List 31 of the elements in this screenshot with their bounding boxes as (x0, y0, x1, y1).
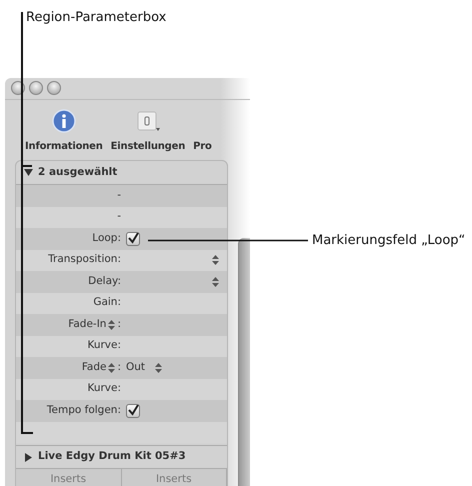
field-label: Gain: (93, 295, 121, 310)
stepper-icon[interactable] (212, 255, 219, 266)
checkbox[interactable] (126, 232, 140, 246)
field-label: Transposition: (48, 252, 121, 268)
toolbar-button[interactable]: Einstellungen (110, 109, 186, 154)
popup-menu[interactable]: Out (126, 360, 162, 376)
stepper-icon (155, 362, 162, 373)
field-label: - (117, 188, 121, 203)
popup-arrows-icon[interactable] (108, 362, 116, 373)
disclosure-triangle-icon[interactable] (24, 452, 33, 462)
checkbox[interactable] (126, 404, 140, 418)
toolbar-button[interactable]: Informationen (25, 109, 103, 154)
field-label: Kurve: (87, 338, 121, 354)
info-icon (52, 109, 76, 133)
panel-icon (134, 109, 161, 133)
popup-arrows-icon[interactable] (108, 320, 116, 330)
field-label: Delay: (88, 274, 121, 289)
field-label: Tempo folgen: (46, 402, 121, 418)
colon-text: : (117, 360, 121, 375)
popup-label: Fade (82, 360, 106, 375)
field-label: - (117, 209, 121, 224)
popup-label: Fade-In (68, 316, 106, 332)
field-label: Loop: (92, 230, 121, 246)
disclosure-triangle-icon[interactable] (24, 168, 33, 177)
toolbar-button[interactable]: Pro (193, 109, 212, 154)
stepper-icon[interactable] (212, 276, 219, 287)
callout-label: Region-Parameterbox (26, 9, 166, 27)
track-header[interactable]: Live Edgy Drum Kit 05#3 (16, 445, 227, 469)
callout-label: Markierungsfeld „Loop“ (312, 232, 466, 250)
field-label: Kurve: (87, 381, 121, 396)
colon-text: : (117, 316, 121, 332)
